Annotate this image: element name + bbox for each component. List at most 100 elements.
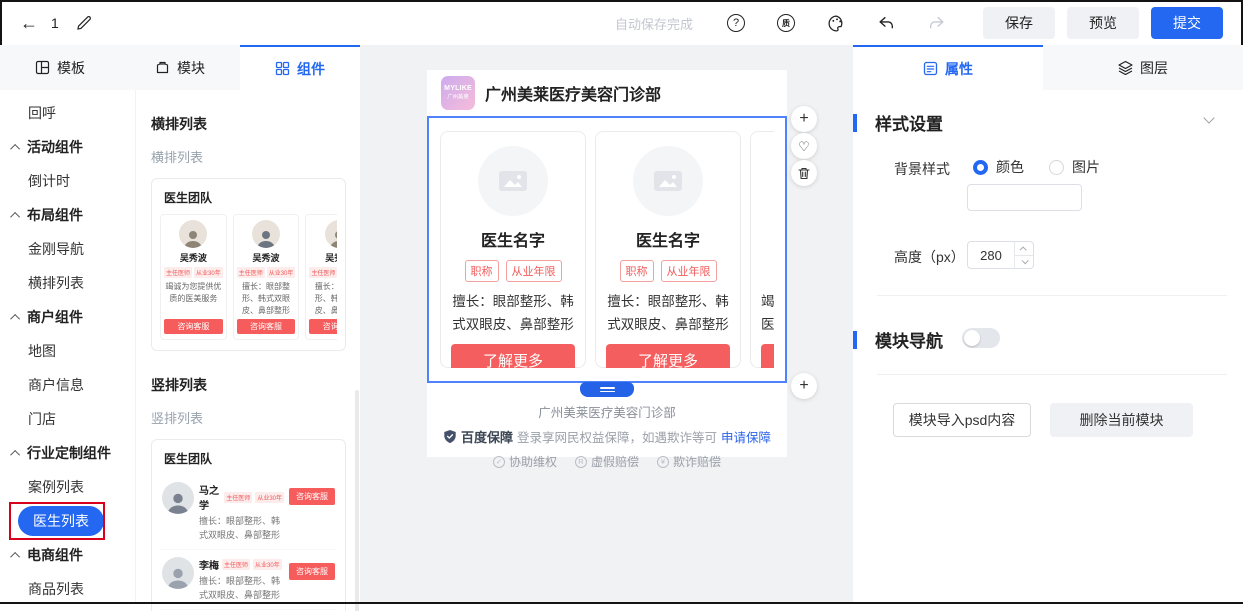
sidebar-section-layout[interactable]: 布局组件 bbox=[0, 198, 135, 232]
sidebar-item-doctor-list[interactable]: 医生列表 bbox=[0, 504, 135, 538]
consult-button[interactable]: 咨询客服 bbox=[309, 319, 337, 334]
plus-icon: + bbox=[799, 378, 808, 394]
heart-icon: ♡ bbox=[798, 140, 810, 153]
tab-component[interactable]: 组件 bbox=[240, 45, 360, 90]
title-badge: 主任医师 bbox=[237, 267, 265, 278]
title-badge: 主任医师 bbox=[164, 267, 192, 278]
module-nav-toggle[interactable] bbox=[962, 328, 1000, 348]
trash-icon bbox=[798, 167, 810, 180]
title-badge: 主任医师 bbox=[222, 559, 250, 570]
submit-button[interactable]: 提交 bbox=[1151, 7, 1223, 39]
sidebar-item-countdown[interactable]: 倒计时 bbox=[0, 164, 135, 198]
theme-palette-icon[interactable] bbox=[825, 12, 847, 34]
apply-guarantee-link[interactable]: 申请保障 bbox=[721, 427, 771, 446]
scrollbar-thumb[interactable] bbox=[355, 390, 359, 611]
add-module-below-button[interactable]: + bbox=[791, 373, 817, 399]
doctor-card[interactable]: 医生名字 职称 从业年限 擅长：眼部整形、韩式双眼皮、鼻部整形 了解更多 bbox=[595, 131, 741, 368]
guarantee-brand: 百度保障 bbox=[461, 427, 513, 446]
tab-properties-label: 属性 bbox=[945, 59, 973, 79]
footer-guarantee-item: R虚假赔偿 bbox=[575, 453, 639, 470]
horizontal-list-subtitle[interactable]: 横排列表 bbox=[151, 147, 346, 166]
doctor-list-module-selected[interactable]: 医生名字 职称 从业年限 擅长：眼部整形、韩式双眼皮、鼻部整形 了解更多 医生名… bbox=[427, 116, 787, 383]
favorite-module-button[interactable]: ♡ bbox=[791, 133, 817, 159]
doctor-desc: 擅长：眼部整形、韩式双眼皮、鼻部整形 bbox=[199, 575, 284, 602]
mini-doctor-desc: 擅长：眼部整形、韩式双眼皮、鼻部整形 bbox=[237, 281, 296, 317]
horizontal-list-preview[interactable]: 医生团队 吴秀波 主任医师 从业30年 竭诚为您提供优质的医美服务 咨询客服 吴… bbox=[151, 178, 346, 351]
help-icon[interactable]: ? bbox=[725, 12, 747, 34]
yen-circle-icon: ¥ bbox=[657, 456, 669, 468]
title-badge: 职称 bbox=[465, 260, 499, 282]
learn-more-button[interactable]: 了解更多 bbox=[451, 344, 575, 368]
radio-selected-icon[interactable] bbox=[973, 160, 988, 175]
page-number: 1 bbox=[51, 15, 59, 31]
consult-button[interactable]: 咨询客服 bbox=[289, 563, 335, 580]
tab-module[interactable]: 模块 bbox=[120, 45, 240, 90]
doctor-card[interactable]: 医生名字 职称 从业年限 擅长：眼部整形、韩式双眼皮、鼻部整形 了解更多 bbox=[440, 131, 586, 368]
avatar bbox=[179, 220, 207, 248]
avatar bbox=[162, 557, 194, 589]
add-module-above-button[interactable]: + bbox=[791, 106, 817, 132]
back-icon[interactable]: ← bbox=[20, 13, 38, 34]
undo-icon[interactable] bbox=[875, 12, 897, 34]
sidebar-item-map[interactable]: 地图 bbox=[0, 334, 135, 368]
radio-unselected-icon[interactable] bbox=[1049, 160, 1064, 175]
save-button[interactable]: 保存 bbox=[983, 7, 1055, 39]
sidebar-item-label: 门店 bbox=[28, 409, 56, 429]
tab-properties[interactable]: 属性 bbox=[853, 45, 1043, 90]
guarantee-text: 登录享网民权益保障，如遇欺诈等可 bbox=[517, 427, 717, 446]
layers-icon bbox=[1118, 60, 1133, 75]
stepper-down-button[interactable] bbox=[1015, 255, 1033, 269]
mini-doctor-name: 吴秀波 bbox=[164, 251, 223, 264]
sidebar-item-kingkong-nav[interactable]: 金刚导航 bbox=[0, 232, 135, 266]
sidebar-section-label: 电商组件 bbox=[27, 545, 83, 565]
image-placeholder-icon bbox=[653, 168, 683, 194]
sidebar-item-label: 案例列表 bbox=[28, 477, 84, 497]
sidebar-item-product-list[interactable]: 商品列表 bbox=[0, 572, 135, 606]
collapse-section-chevron[interactable] bbox=[1203, 112, 1214, 123]
sidebar-section-ecommerce[interactable]: 电商组件 bbox=[0, 538, 135, 572]
mini-doctor-name: 吴秀波 bbox=[237, 251, 296, 264]
sidebar-section-industry[interactable]: 行业定制组件 bbox=[0, 436, 135, 470]
tab-layers-label: 图层 bbox=[1140, 58, 1168, 78]
tab-template[interactable]: 模板 bbox=[0, 45, 120, 90]
vertical-list-preview[interactable]: 医生团队 马之学 主任医师 从业30年 擅长：眼部整形、韩式双眼皮、鼻部整形 咨… bbox=[151, 439, 346, 611]
doctor-card-clipped[interactable]: 医生名字 职称 从业年限 竭诚为您提供优质的医美服务 了解更多 bbox=[750, 131, 774, 368]
vertical-list-title: 竖排列表 bbox=[151, 375, 346, 395]
background-color-input[interactable] bbox=[967, 184, 1082, 211]
stepper-up-button[interactable] bbox=[1015, 242, 1033, 255]
tab-layers[interactable]: 图层 bbox=[1043, 45, 1243, 90]
consult-button[interactable]: 咨询客服 bbox=[164, 319, 223, 334]
delete-current-module-button[interactable]: 删除当前模块 bbox=[1050, 403, 1193, 437]
chevron-down-icon bbox=[1021, 258, 1028, 265]
sidebar-item-merchant-info[interactable]: 商户信息 bbox=[0, 368, 135, 402]
right-panel-tabs: 属性 图层 bbox=[853, 45, 1243, 90]
import-psd-button[interactable]: 模块导入psd内容 bbox=[893, 403, 1031, 437]
page-header-module[interactable]: MYLIKE 广州美莱 广州美莱医疗美容门诊部 bbox=[427, 70, 787, 116]
doctor-list-selected-pill[interactable]: 医生列表 bbox=[18, 506, 104, 536]
question-glyph: ? bbox=[727, 14, 745, 32]
tab-module-label: 模块 bbox=[177, 58, 205, 78]
edit-pencil-icon[interactable] bbox=[72, 12, 94, 34]
sidebar-section-activity[interactable]: 活动组件 bbox=[0, 130, 135, 164]
delete-module-icon-button[interactable] bbox=[791, 160, 817, 186]
sidebar-item-horizontal-list[interactable]: 横排列表 bbox=[0, 266, 135, 300]
module-drag-handle[interactable] bbox=[580, 382, 634, 397]
sidebar-item-huihu[interactable]: 回呼 bbox=[0, 96, 135, 130]
section-divider bbox=[877, 374, 1227, 375]
years-badge: 从业年限 bbox=[661, 260, 717, 282]
learn-more-button[interactable]: 了解更多 bbox=[761, 344, 774, 368]
radio-option-color[interactable]: 颜色 bbox=[973, 157, 1024, 177]
height-value[interactable]: 280 bbox=[968, 242, 1014, 268]
sidebar-item-store[interactable]: 门店 bbox=[0, 402, 135, 436]
sidebar-item-case-list[interactable]: 案例列表 bbox=[0, 470, 135, 504]
redo-icon[interactable] bbox=[925, 12, 947, 34]
sidebar-section-merchant[interactable]: 商户组件 bbox=[0, 300, 135, 334]
vertical-list-subtitle[interactable]: 竖排列表 bbox=[151, 408, 346, 427]
radio-option-image[interactable]: 图片 bbox=[1049, 157, 1100, 177]
consult-button[interactable]: 咨询客服 bbox=[289, 488, 335, 505]
height-stepper[interactable]: 280 bbox=[967, 241, 1034, 269]
learn-more-button[interactable]: 了解更多 bbox=[606, 344, 730, 368]
preview-button[interactable]: 预览 bbox=[1067, 7, 1139, 39]
consult-button[interactable]: 咨询客服 bbox=[237, 319, 296, 334]
quality-check-icon[interactable]: 质 bbox=[775, 12, 797, 34]
